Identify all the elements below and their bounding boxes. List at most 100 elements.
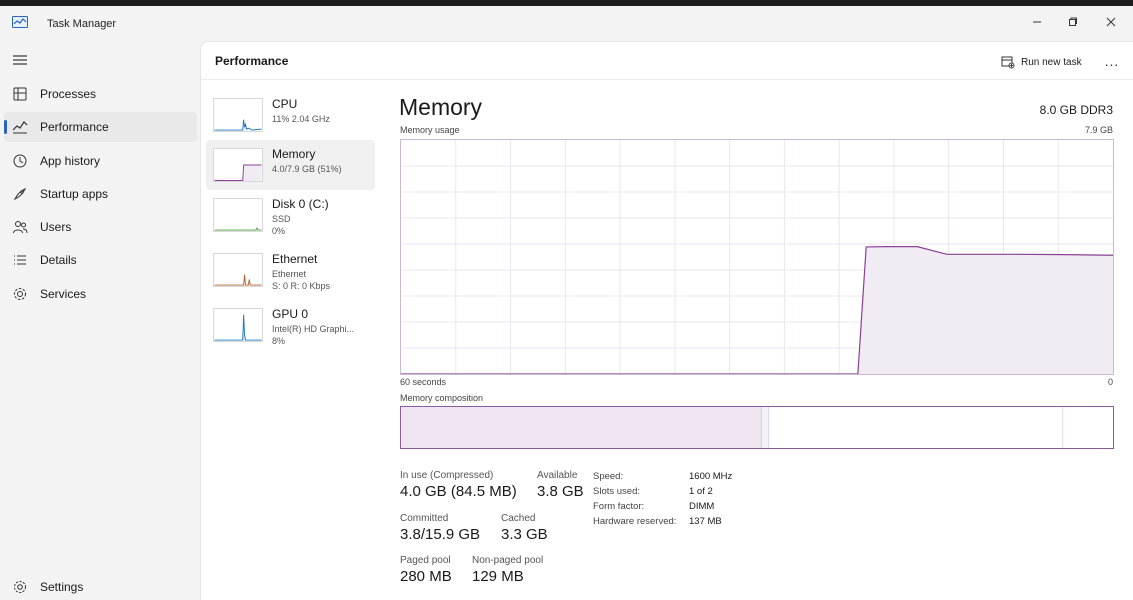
sidebar-item-label: Settings bbox=[40, 580, 84, 594]
gear-icon bbox=[14, 581, 26, 593]
stat-label: Committed bbox=[400, 513, 449, 524]
memory-usage-area bbox=[401, 246, 1113, 374]
page-title: Performance bbox=[215, 54, 289, 68]
sidebar-item-startup-apps[interactable]: Startup apps bbox=[4, 179, 197, 209]
sidebar-item-label: Processes bbox=[40, 87, 97, 101]
stat-committed: Committed 3.8/15.9 GB bbox=[400, 513, 480, 543]
sidebar-item-label: Performance bbox=[40, 120, 109, 134]
spec-speed-label: Speed: bbox=[593, 471, 624, 482]
services-icon bbox=[14, 288, 26, 300]
sidebar-item-details[interactable]: Details bbox=[4, 245, 197, 275]
disk-thumbnail bbox=[213, 198, 263, 232]
sidebar-item-users[interactable]: Users bbox=[4, 212, 197, 242]
resource-item-ethernet[interactable]: Ethernet Ethernet S: 0 R: 0 Kbps bbox=[206, 245, 375, 295]
sidebar-item-processes[interactable]: Processes bbox=[4, 79, 197, 109]
gpu-thumbnail bbox=[213, 308, 263, 342]
sidebar-item-app-history[interactable]: App history bbox=[4, 146, 197, 176]
resource-detail: Ethernet bbox=[272, 269, 307, 279]
stat-in-use: In use (Compressed) 4.0 GB (84.5 MB) bbox=[400, 470, 517, 500]
resource-detail: 11% 2.04 GHz bbox=[272, 114, 330, 124]
stat-label: Available bbox=[537, 470, 578, 481]
performance-icon bbox=[12, 121, 28, 134]
sidebar-item-label: Users bbox=[40, 220, 72, 234]
app-history-icon bbox=[13, 154, 27, 168]
spec-hardware-reserved-label: Hardware reserved: bbox=[593, 516, 677, 527]
restore-button[interactable] bbox=[1062, 11, 1084, 33]
resource-detail: S: 0 R: 0 Kbps bbox=[272, 281, 331, 291]
stat-label: Paged pool bbox=[400, 555, 451, 566]
standby-segment bbox=[769, 407, 1064, 448]
sidebar-item-performance[interactable]: Performance bbox=[4, 112, 197, 142]
spec-form-factor-value: DIMM bbox=[689, 501, 715, 512]
resource-item-gpu[interactable]: GPU 0 Intel(R) HD Graphi... 8% bbox=[206, 300, 375, 350]
processes-icon bbox=[13, 87, 27, 101]
task-manager-icon bbox=[12, 16, 28, 28]
startup-icon bbox=[13, 187, 27, 201]
memory-usage-graph bbox=[400, 139, 1114, 375]
run-new-task-label: Run new task bbox=[1021, 56, 1082, 68]
sidebar-item-label: Services bbox=[40, 287, 87, 301]
memory-spec: 8.0 GB DDR3 bbox=[1039, 103, 1113, 117]
stat-value: 129 MB bbox=[472, 568, 524, 585]
close-button[interactable] bbox=[1100, 11, 1122, 33]
run-new-task-button[interactable]: Run new task bbox=[997, 51, 1086, 73]
close-icon bbox=[1106, 17, 1116, 27]
resource-name: CPU bbox=[272, 97, 298, 111]
ethernet-thumbnail bbox=[213, 253, 263, 287]
spec-hardware-reserved-value: 137 MB bbox=[689, 516, 722, 527]
active-indicator bbox=[4, 120, 7, 134]
modified-segment bbox=[761, 407, 770, 448]
stat-non-paged-pool: Non-paged pool 129 MB bbox=[472, 555, 543, 585]
stat-value: 4.0 GB (84.5 MB) bbox=[400, 483, 517, 500]
time-right-label: 0 bbox=[1107, 377, 1113, 387]
resource-item-memory[interactable]: Memory 4.0/7.9 GB (51%) bbox=[206, 140, 375, 190]
sidebar-item-settings[interactable]: Settings bbox=[4, 572, 197, 600]
spec-form-factor-label: Form factor: bbox=[593, 501, 645, 512]
stat-cached: Cached 3.3 GB bbox=[501, 513, 548, 543]
resource-detail: 0% bbox=[272, 226, 286, 236]
resource-detail: 4.0/7.9 GB (51%) bbox=[272, 164, 342, 174]
stat-paged-pool: Paged pool 280 MB bbox=[400, 555, 452, 585]
detail-title: Memory bbox=[399, 94, 483, 120]
resource-name: Disk 0 (C:) bbox=[272, 197, 329, 211]
users-icon bbox=[13, 221, 28, 234]
memory-composition-bar bbox=[400, 406, 1114, 449]
main-panel: Performance Run new task ... CPU 11% 2.0… bbox=[200, 41, 1133, 600]
spec-speed-value: 1600 MHz bbox=[689, 471, 733, 482]
stat-label: Non-paged pool bbox=[472, 555, 544, 566]
stat-value: 280 MB bbox=[400, 568, 452, 585]
title-bar: Task Manager bbox=[0, 6, 1133, 40]
composition-label: Memory composition bbox=[400, 393, 484, 403]
resource-name: Memory bbox=[272, 147, 316, 161]
more-options-button[interactable]: ... bbox=[1101, 51, 1123, 73]
details-icon bbox=[14, 255, 26, 265]
free-segment bbox=[1063, 407, 1113, 448]
memory-thumbnail bbox=[213, 148, 263, 182]
resource-detail: SSD bbox=[272, 214, 291, 224]
spec-slots-value: 1 of 2 bbox=[689, 486, 713, 497]
stat-available: Available 3.8 GB bbox=[537, 470, 584, 500]
resource-detail: 8% bbox=[272, 336, 286, 346]
run-task-icon bbox=[1001, 56, 1015, 69]
minimize-icon bbox=[1033, 21, 1041, 23]
stat-value: 3.8/15.9 GB bbox=[400, 526, 481, 543]
resource-item-cpu[interactable]: CPU 11% 2.04 GHz bbox=[206, 90, 375, 140]
resource-name: Ethernet bbox=[272, 252, 318, 266]
stat-value: 3.8 GB bbox=[537, 483, 584, 500]
resource-name: GPU 0 bbox=[272, 307, 309, 321]
stat-value: 3.3 GB bbox=[501, 526, 548, 543]
sidebar-item-services[interactable]: Services bbox=[4, 279, 197, 309]
in-use-segment bbox=[401, 407, 762, 448]
spec-slots-label: Slots used: bbox=[593, 486, 640, 497]
minimize-button[interactable] bbox=[1026, 11, 1048, 33]
time-left-label: 60 seconds bbox=[400, 377, 447, 387]
stat-label: Cached bbox=[501, 513, 536, 524]
usage-max-label: 7.9 GB bbox=[1084, 125, 1113, 135]
sidebar-item-label: Startup apps bbox=[40, 187, 109, 201]
resource-item-disk[interactable]: Disk 0 (C:) SSD 0% bbox=[206, 190, 375, 240]
resource-detail: Intel(R) HD Graphi... bbox=[272, 324, 355, 334]
hamburger-icon[interactable] bbox=[12, 52, 28, 68]
page-header: Performance Run new task ... bbox=[201, 42, 1133, 80]
restore-icon bbox=[1069, 17, 1077, 26]
sidebar-item-label: Details bbox=[40, 253, 77, 267]
